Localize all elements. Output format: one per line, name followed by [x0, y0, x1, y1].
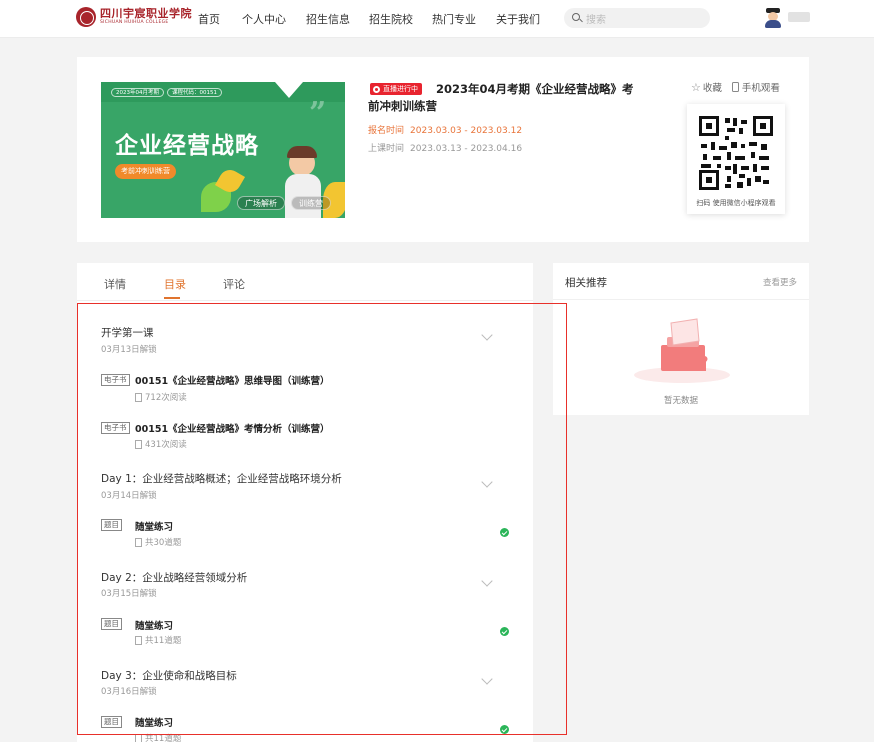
- lesson-type-tag: 电子书: [101, 422, 130, 434]
- lesson-meta: 共30道题: [135, 536, 181, 548]
- qr-code: [699, 116, 773, 190]
- college-seal-icon: [76, 7, 96, 27]
- top-header: 四川宇宸职业学院 SICHUAN HUIHUA COLLEGE 首页 个人中心 …: [0, 0, 874, 38]
- qr-code-box: 扫码 使用微信小程序观看: [687, 104, 785, 214]
- lesson-type-tag: 题目: [101, 716, 122, 728]
- nav-personal-center[interactable]: 个人中心: [242, 11, 286, 27]
- active-tab-indicator: [164, 297, 180, 299]
- cover-pill-analysis: 广场解析: [237, 196, 285, 210]
- lesson-title[interactable]: 随堂练习: [135, 519, 173, 533]
- completed-check-icon: [500, 528, 509, 537]
- lesson-type-tag: 题目: [101, 618, 122, 630]
- live-status-badge: 直播进行中: [370, 83, 422, 95]
- completed-check-icon: [500, 627, 509, 636]
- nav-admission-schools[interactable]: 招生院校: [369, 11, 413, 27]
- chevron-down-icon[interactable]: [481, 673, 493, 685]
- username-blurred[interactable]: [788, 12, 810, 22]
- lesson-title[interactable]: 00151《企业经营战略》考情分析（训练营）: [135, 421, 330, 435]
- class-time: 上课时间 2023.03.13 - 2023.04.16: [368, 144, 523, 154]
- nav-popular-majors[interactable]: 热门专业: [432, 11, 476, 27]
- cover-subtitle: 考前冲刺训练营: [115, 164, 176, 179]
- search-icon: [572, 13, 580, 21]
- tab-details[interactable]: 详情: [104, 276, 126, 292]
- cover-pill-camp: 训练营: [291, 196, 331, 210]
- lesson-type-tag: 题目: [101, 519, 122, 531]
- live-icon: [373, 85, 380, 93]
- chapter-unlock-date: 03月16日解锁: [101, 687, 157, 697]
- chevron-down-icon[interactable]: [481, 476, 493, 488]
- chapter-title[interactable]: Day 1：企业经营战略概述；企业经营战略环境分析: [101, 471, 342, 486]
- qr-caption: 扫码 使用微信小程序观看: [696, 199, 776, 207]
- view-more-link[interactable]: 查看更多: [763, 276, 797, 288]
- star-icon: ☆: [691, 80, 701, 94]
- tab-catalog[interactable]: 目录: [164, 276, 186, 292]
- lesson-meta: 共11道题: [135, 634, 181, 646]
- chapter-unlock-date: 03月13日解锁: [101, 345, 157, 355]
- signup-time: 报名时间 2023.03.03 - 2023.03.12: [368, 126, 523, 136]
- nav-home[interactable]: 首页: [198, 11, 220, 27]
- lesson-title[interactable]: 随堂练习: [135, 618, 173, 632]
- chevron-down-icon[interactable]: [481, 329, 493, 341]
- chapter-unlock-date: 03月14日解锁: [101, 491, 157, 501]
- character-hair-illustration: [287, 146, 317, 158]
- chapter-unlock-date: 03月15日解锁: [101, 589, 157, 599]
- document-icon: [135, 733, 142, 742]
- cover-tag-term: 2023年04月考期: [111, 88, 164, 97]
- document-icon: [135, 537, 142, 547]
- course-actions: ☆ 收藏 手机观看: [691, 80, 780, 95]
- chevron-down-icon[interactable]: [481, 575, 493, 587]
- related-title: 相关推荐: [565, 277, 607, 289]
- lesson-meta: 712次阅读: [135, 391, 187, 403]
- favorite-button[interactable]: ☆ 收藏: [691, 80, 722, 95]
- lesson-title[interactable]: 随堂练习: [135, 715, 173, 729]
- related-recommendations-panel: 相关推荐 查看更多 暂无数据: [553, 263, 809, 415]
- course-content-panel: 详情 目录 评论 开学第一课 03月13日解锁 电子书 00151《企业经营战略…: [77, 263, 533, 742]
- site-logo[interactable]: 四川宇宸职业学院 SICHUAN HUIHUA COLLEGE: [76, 7, 192, 27]
- chapter-title[interactable]: Day 2：企业战略经营领域分析: [101, 570, 247, 585]
- nav-about-us[interactable]: 关于我们: [496, 11, 540, 27]
- document-icon: [135, 635, 142, 645]
- search-placeholder: 搜索: [586, 15, 606, 26]
- course-cover-image: 2023年04月考期 课程代码：00151 ” 企业经营战略 考前冲刺训练营 广…: [101, 82, 345, 218]
- search-input[interactable]: 搜索: [564, 8, 710, 28]
- lesson-title[interactable]: 00151《企业经营战略》思维导图（训练营）: [135, 373, 330, 387]
- cover-tag-code: 课程代码：00151: [167, 88, 222, 97]
- course-info-card: 2023年04月考期 课程代码：00151 ” 企业经营战略 考前冲刺训练营 广…: [77, 57, 809, 242]
- content-tabs: 详情 目录 评论: [77, 263, 533, 301]
- phone-icon: [731, 82, 739, 92]
- logo-english-name: SICHUAN HUIHUA COLLEGE: [100, 20, 169, 26]
- mobile-watch-button[interactable]: 手机观看: [731, 80, 780, 94]
- document-icon: [135, 439, 142, 449]
- lesson-meta: 431次阅读: [135, 438, 187, 450]
- user-avatar[interactable]: [764, 8, 782, 28]
- lesson-type-tag: 电子书: [101, 374, 130, 386]
- lesson-meta: 共11道题: [135, 732, 181, 742]
- cover-title: 企业经营战略: [115, 133, 259, 159]
- chapter-title[interactable]: 开学第一课: [101, 325, 154, 340]
- logo-chinese-name: 四川宇宸职业学院: [100, 7, 192, 21]
- quote-mark-icon: ”: [309, 96, 327, 131]
- nav-admission-info[interactable]: 招生信息: [306, 11, 350, 27]
- empty-state-illustration: [634, 318, 730, 383]
- chapter-title[interactable]: Day 3：企业使命和战略目标: [101, 668, 237, 683]
- empty-state-text: 暂无数据: [663, 396, 698, 406]
- completed-check-icon: [500, 725, 509, 734]
- tab-comments[interactable]: 评论: [223, 276, 245, 292]
- document-icon: [135, 392, 142, 402]
